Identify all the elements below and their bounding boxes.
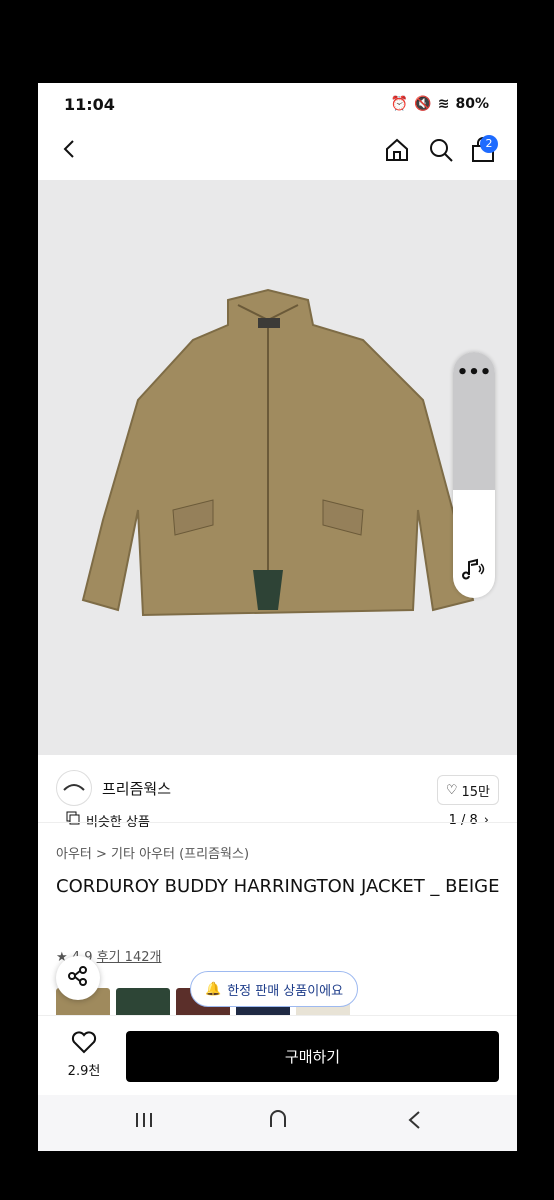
toast-text: 한정 판매 상품이에요: [227, 983, 344, 999]
brand-logo[interactable]: [56, 770, 92, 806]
app-screen: 11:04 ⏰ 🔇 ≋ 80% 2 ••• 비슷한 상품 1 / 8 › 프리즘…: [38, 83, 517, 1151]
top-nav: 2: [38, 127, 517, 179]
share-button[interactable]: [56, 956, 100, 1000]
category-breadcrumb[interactable]: 아우터 > 기타 아우터 (프리즘웍스): [56, 843, 249, 862]
heart-icon: [71, 1031, 97, 1058]
home-nav-icon[interactable]: [267, 1109, 289, 1135]
recent-apps-icon[interactable]: [133, 1109, 155, 1135]
alarm-icon: ⏰: [390, 96, 409, 112]
more-options-icon[interactable]: •••: [453, 362, 495, 383]
brand-row[interactable]: 프리즘웍스 ♡ 15만: [38, 756, 517, 823]
music-icon[interactable]: [461, 556, 487, 586]
wifi-icon: ≋: [437, 96, 450, 112]
product-title: CORDUROY BUDDY HARRINGTON JACKET _ BEIGE: [56, 876, 500, 897]
home-icon[interactable]: [384, 137, 410, 167]
share-icon: [67, 965, 89, 991]
heart-icon: ♡: [445, 782, 458, 798]
status-time: 11:04: [64, 95, 115, 114]
floating-widget[interactable]: •••: [453, 352, 495, 598]
status-bar: 11:04 ⏰ 🔇 ≋ 80%: [38, 83, 517, 127]
battery-text: 80%: [455, 96, 489, 112]
wishlist-count: 2.9천: [67, 1064, 101, 1079]
wishlist-button[interactable]: 2.9천: [56, 1030, 112, 1079]
buy-button[interactable]: 구매하기: [126, 1031, 499, 1082]
system-nav-bar: [38, 1095, 517, 1151]
status-icons: ⏰ 🔇 ≋ 80%: [391, 96, 489, 112]
jacket-image: [81, 288, 475, 617]
swatch-2[interactable]: [116, 988, 170, 1018]
bell-icon: 🔔: [205, 981, 222, 997]
mute-icon: 🔇: [414, 96, 432, 112]
limited-sale-toast: 🔔 한정 판매 상품이에요: [190, 971, 359, 1007]
brand-name[interactable]: 프리즘웍스: [102, 778, 171, 799]
back-nav-icon[interactable]: [404, 1109, 426, 1135]
review-count[interactable]: 후기 142개: [97, 950, 162, 965]
back-icon[interactable]: [58, 137, 82, 165]
product-image-gallery[interactable]: ••• 비슷한 상품 1 / 8 ›: [38, 180, 517, 834]
search-icon[interactable]: [428, 137, 454, 167]
cart-count-badge: 2: [480, 135, 498, 153]
brand-like-count: 15만: [461, 784, 490, 800]
brand-like-button[interactable]: ♡ 15만: [436, 775, 499, 805]
purchase-bar: 2.9천 구매하기: [38, 1015, 517, 1094]
